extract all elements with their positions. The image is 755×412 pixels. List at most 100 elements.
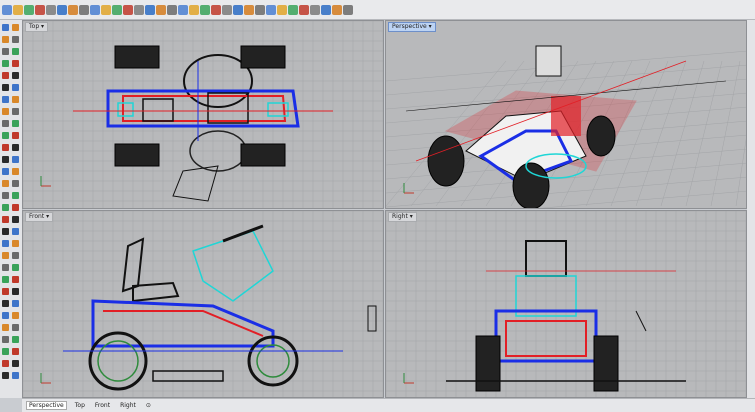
tool-icon[interactable] <box>2 84 9 91</box>
tool-icon[interactable] <box>2 180 9 187</box>
tool-icon[interactable] <box>2 228 9 235</box>
open-icon[interactable] <box>13 4 23 15</box>
tool-icon[interactable] <box>2 276 9 283</box>
tool-icon[interactable] <box>2 108 9 115</box>
tab-front[interactable]: Front <box>93 402 112 409</box>
save-small-icon[interactable] <box>46 4 56 15</box>
viewport-top[interactable]: Top ▾ <box>22 20 384 209</box>
tool-icon[interactable] <box>12 252 19 259</box>
tool-icon[interactable] <box>12 168 19 175</box>
tool-icon[interactable] <box>12 72 19 79</box>
tool-icon[interactable] <box>12 300 19 307</box>
tool-icon[interactable] <box>12 348 19 355</box>
zoom-extents-icon[interactable] <box>134 4 144 15</box>
tab-top[interactable]: Top <box>73 402 87 409</box>
curve-icon[interactable] <box>211 4 221 15</box>
tool-icon[interactable] <box>12 84 19 91</box>
tool-icon[interactable] <box>2 60 9 67</box>
add-viewport-icon[interactable]: ⊙ <box>144 402 153 409</box>
tool-icon[interactable] <box>2 324 9 331</box>
zoom-selected-icon[interactable] <box>145 4 155 15</box>
chevron-down-icon[interactable]: ▾ <box>410 213 413 220</box>
tool-icon[interactable] <box>2 360 9 367</box>
tool-icon[interactable] <box>2 96 9 103</box>
tool-icon[interactable] <box>12 240 19 247</box>
tool-icon[interactable] <box>2 48 9 55</box>
camera-icon[interactable] <box>299 4 309 15</box>
tool-icon[interactable] <box>2 156 9 163</box>
tool-icon[interactable] <box>12 24 19 31</box>
tool-icon[interactable] <box>12 372 19 379</box>
copy-icon[interactable] <box>68 4 78 15</box>
tool-icon[interactable] <box>12 324 19 331</box>
viewport-top-label[interactable]: Top ▾ <box>25 22 49 32</box>
tool-icon[interactable] <box>2 372 9 379</box>
tool-icon[interactable] <box>12 312 19 319</box>
render-icon[interactable] <box>255 4 265 15</box>
tool-icon[interactable] <box>12 96 19 103</box>
rotate-icon[interactable] <box>112 4 122 15</box>
rendered-icon[interactable] <box>288 4 298 15</box>
light-icon[interactable] <box>310 4 320 15</box>
tool-icon[interactable] <box>12 204 19 211</box>
tool-icon[interactable] <box>2 204 9 211</box>
tool-icon[interactable] <box>2 300 9 307</box>
tool-icon[interactable] <box>12 228 19 235</box>
new-file-icon[interactable] <box>2 4 12 15</box>
tool-icon[interactable] <box>2 24 9 31</box>
tool-icon[interactable] <box>12 192 19 199</box>
tab-perspective[interactable]: Perspective <box>26 401 67 410</box>
tab-right[interactable]: Right <box>118 402 138 409</box>
tool-icon[interactable] <box>2 72 9 79</box>
mesh-icon[interactable] <box>244 4 254 15</box>
tool-icon[interactable] <box>2 288 9 295</box>
tool-icon[interactable] <box>12 48 19 55</box>
help-icon[interactable] <box>343 4 353 15</box>
tool-icon[interactable] <box>12 216 19 223</box>
viewport-right-label[interactable]: Right ▾ <box>388 212 417 222</box>
viewport-perspective-label[interactable]: Perspective ▾ <box>388 22 436 32</box>
tool-icon[interactable] <box>12 288 19 295</box>
tool-icon[interactable] <box>12 264 19 271</box>
tool-icon[interactable] <box>12 132 19 139</box>
properties-icon[interactable] <box>189 4 199 15</box>
tool-icon[interactable] <box>2 168 9 175</box>
print-icon[interactable] <box>35 4 45 15</box>
tool-icon[interactable] <box>2 264 9 271</box>
grid-icon[interactable] <box>167 4 177 15</box>
tool-icon[interactable] <box>2 144 9 151</box>
viewport-front[interactable]: Front ▾ <box>22 210 384 398</box>
save-icon[interactable] <box>24 4 34 15</box>
tool-icon[interactable] <box>2 312 9 319</box>
tool-icon[interactable] <box>2 336 9 343</box>
tool-icon[interactable] <box>12 108 19 115</box>
pan-icon[interactable] <box>101 4 111 15</box>
tool-icon[interactable] <box>2 216 9 223</box>
chevron-down-icon[interactable]: ▾ <box>41 23 44 30</box>
tool-icon[interactable] <box>12 180 19 187</box>
tool-icon[interactable] <box>2 240 9 247</box>
zoom-window-icon[interactable] <box>123 4 133 15</box>
layers-icon[interactable] <box>178 4 188 15</box>
material-icon[interactable] <box>332 4 342 15</box>
tool-icon[interactable] <box>12 120 19 127</box>
chevron-down-icon[interactable]: ▾ <box>429 23 432 30</box>
tool-icon[interactable] <box>12 144 19 151</box>
tool-icon[interactable] <box>12 156 19 163</box>
tool-icon[interactable] <box>12 60 19 67</box>
chevron-down-icon[interactable]: ▾ <box>46 213 49 220</box>
sphere-icon[interactable] <box>277 4 287 15</box>
shaded-icon[interactable] <box>266 4 276 15</box>
tool-icon[interactable] <box>2 132 9 139</box>
tool-icon[interactable] <box>12 360 19 367</box>
tool-icon[interactable] <box>2 348 9 355</box>
paste-icon[interactable] <box>79 4 89 15</box>
undo-icon[interactable] <box>90 4 100 15</box>
cut-icon[interactable] <box>57 4 67 15</box>
tool-icon[interactable] <box>2 36 9 43</box>
tool-icon[interactable] <box>2 252 9 259</box>
viewport-perspective[interactable]: Perspective ▾ <box>385 20 747 209</box>
viewport-right[interactable]: Right ▾ <box>385 210 747 398</box>
tool-icon[interactable] <box>12 276 19 283</box>
point-icon[interactable] <box>200 4 210 15</box>
